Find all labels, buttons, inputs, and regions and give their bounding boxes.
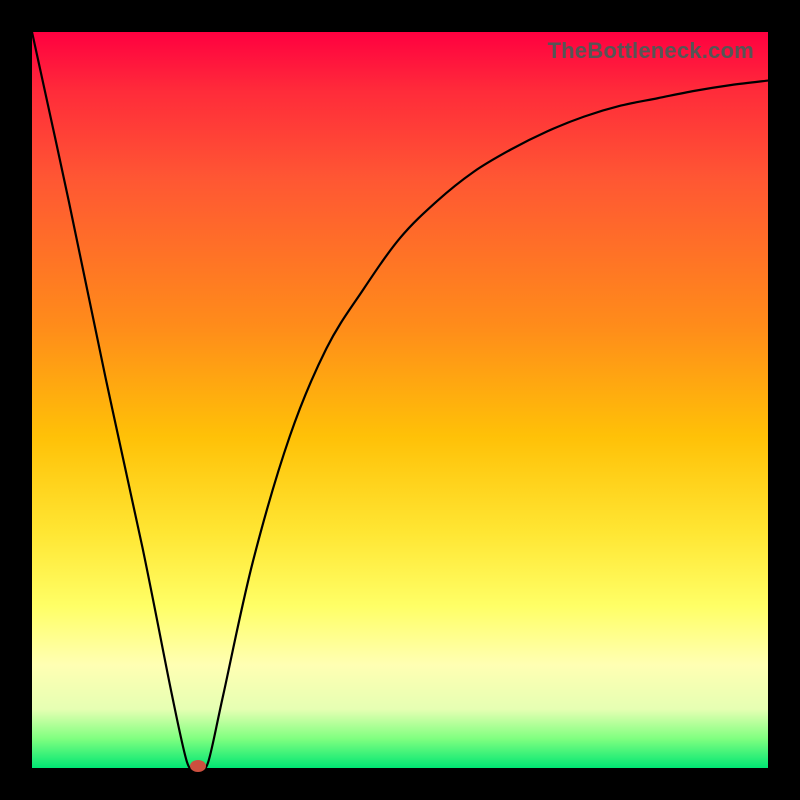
bottleneck-curve — [32, 32, 768, 768]
plot-area: TheBottleneck.com — [32, 32, 768, 768]
curve-path — [32, 32, 768, 768]
watermark-text: TheBottleneck.com — [548, 38, 754, 64]
chart-frame: TheBottleneck.com — [0, 0, 800, 800]
minimum-marker — [190, 760, 206, 772]
